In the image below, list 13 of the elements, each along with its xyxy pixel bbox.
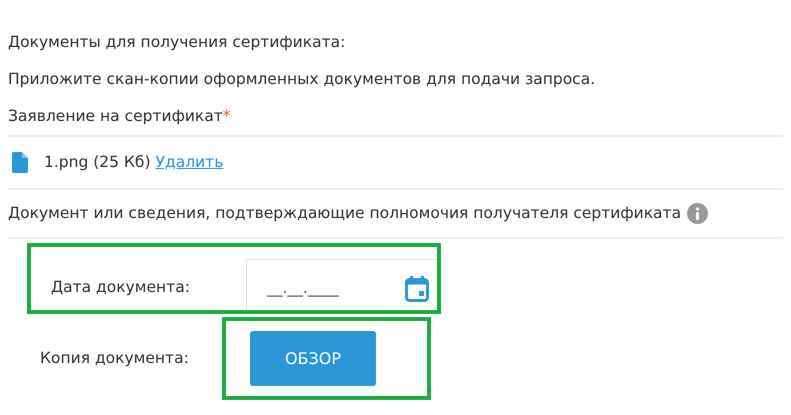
file-icon bbox=[12, 152, 28, 173]
delete-link[interactable]: Удалить bbox=[156, 150, 224, 174]
field-label: Копия документа: bbox=[40, 348, 189, 367]
file-name: 1.png (25 Кб) bbox=[44, 152, 151, 173]
calendar-icon[interactable] bbox=[405, 275, 429, 303]
field-label: Документ или сведения, подтверждающие полномочия получателя сертификата bbox=[8, 202, 682, 224]
field-label: Дата документа: bbox=[51, 276, 190, 298]
browse-button[interactable]: ОБЗОР bbox=[250, 331, 376, 386]
section-heading: Документы для получения сертификата: bbox=[8, 32, 346, 53]
info-icon[interactable] bbox=[687, 203, 708, 224]
instruction-text: Приложите скан-копии оформленных документов для подачи запроса. bbox=[8, 68, 596, 90]
required-marker: * bbox=[222, 106, 231, 127]
field-label: Заявление на сертификат bbox=[8, 106, 223, 127]
